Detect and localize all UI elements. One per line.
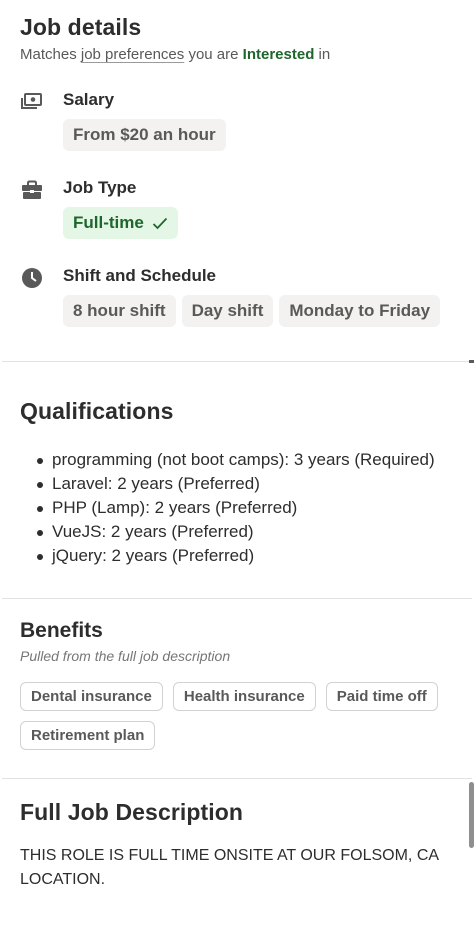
list-item: VueJS: 2 years (Preferred) (37, 520, 454, 544)
clock-icon (20, 266, 44, 290)
benefit-tag: Paid time off (325, 682, 438, 711)
benefits-source-note: Pulled from the full job description (20, 648, 231, 664)
schedule-pill: 8 hour shift (63, 295, 176, 327)
full-description-text: THIS ROLE IS FULL TIME ONSITE AT OUR FOL… (20, 847, 439, 888)
benefit-tag: Dental insurance (20, 682, 163, 711)
salary-pill: From $20 an hour (63, 119, 226, 151)
list-item: programming (not boot camps): 3 years (R… (37, 448, 454, 472)
benefits-tags: Dental insurance Health insurance Paid t… (20, 682, 454, 750)
full-time-label: Full-time (73, 213, 144, 232)
full-time-pill: Full-time (63, 207, 178, 239)
qualifications-list: programming (not boot camps): 3 years (R… (20, 448, 454, 568)
qualifications-heading: Qualifications (20, 398, 174, 424)
preferences-match-note: Matches job preferences you are Interest… (20, 46, 454, 63)
interested-label: Interested (242, 46, 315, 63)
list-item: PHP (Lamp): 2 years (Preferred) (37, 496, 454, 520)
schedule-title: Shift and Schedule (63, 266, 217, 285)
job-details-section: Job details Matches job preferences you … (0, 0, 474, 327)
benefits-heading: Benefits (20, 619, 103, 642)
schedule-pill: Monday to Friday (279, 295, 441, 327)
list-item: Laravel: 2 years (Preferred) (37, 472, 454, 496)
salary-row: Salary From $20 an hour (20, 89, 454, 151)
salary-title: Salary (63, 90, 115, 109)
briefcase-icon (20, 178, 44, 202)
matches-prefix: Matches (20, 46, 77, 63)
checkmark-icon (152, 217, 167, 229)
scroll-marker (469, 360, 474, 363)
benefits-section: Benefits Pulled from the full job descri… (0, 599, 474, 778)
job-details-heading: Job details (20, 14, 142, 40)
benefit-tag: Retirement plan (20, 721, 156, 750)
in-text: in (318, 46, 331, 63)
job-type-title: Job Type (63, 178, 137, 197)
list-item: jQuery: 2 years (Preferred) (37, 544, 454, 568)
schedule-row: Shift and Schedule 8 hour shift Day shif… (20, 265, 454, 327)
full-description-section: Full Job Description THIS ROLE IS FULL T… (0, 779, 474, 892)
benefit-tag: Health insurance (172, 682, 316, 711)
full-description-heading: Full Job Description (20, 799, 244, 825)
job-preferences-link[interactable]: job preferences (81, 46, 184, 63)
scrollbar-thumb[interactable] (469, 782, 474, 848)
you-are-text: you are (188, 46, 239, 63)
job-type-row: Job Type Full-time (20, 177, 454, 239)
money-icon (20, 90, 44, 114)
qualifications-section: Qualifications programming (not boot cam… (0, 362, 474, 598)
schedule-pill: Day shift (181, 295, 274, 327)
